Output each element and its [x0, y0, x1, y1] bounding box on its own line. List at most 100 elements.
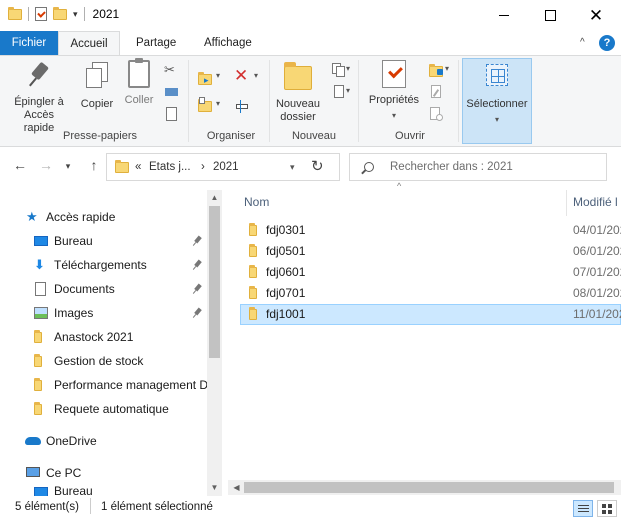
- new-item-icon[interactable]: [330, 62, 346, 78]
- close-button[interactable]: ✕: [573, 0, 619, 31]
- easy-access-dropdown-icon[interactable]: ▾: [346, 86, 350, 95]
- search-input[interactable]: Rechercher dans : 2021: [349, 153, 607, 181]
- file-name: fdj0701: [266, 286, 306, 300]
- paste-button[interactable]: Coller: [121, 58, 157, 107]
- history-icon[interactable]: [428, 106, 444, 122]
- tab-file[interactable]: Fichier: [0, 31, 58, 55]
- tab-view[interactable]: Affichage: [194, 31, 262, 55]
- nav-item-gestion-stock[interactable]: Gestion de stock: [0, 349, 207, 373]
- help-icon[interactable]: ?: [599, 35, 615, 51]
- group-separator: [358, 60, 359, 142]
- pin-label-line1: Épingler à: [14, 96, 64, 108]
- new-folder-qat-icon[interactable]: [53, 6, 67, 20]
- edit-icon[interactable]: [428, 84, 444, 100]
- breadcrumb-separator[interactable]: ›: [201, 161, 205, 173]
- file-date: 11/01/202: [573, 307, 621, 321]
- delete-dropdown-icon[interactable]: ▾: [254, 71, 258, 80]
- pinned-icon: [193, 308, 203, 318]
- nav-item-label: Requete automatique: [54, 402, 169, 416]
- properties-icon: [382, 60, 406, 88]
- copy-to-dropdown-icon[interactable]: ▾: [216, 99, 220, 108]
- new-folder-button[interactable]: Nouveau dossier: [272, 60, 324, 124]
- scroll-down-icon[interactable]: ▼: [207, 483, 222, 492]
- delete-icon[interactable]: ✕: [234, 66, 248, 86]
- large-icons-view-button[interactable]: [597, 500, 617, 517]
- minimize-button[interactable]: [481, 0, 527, 31]
- folder-icon: [249, 223, 257, 236]
- select-dropdown-icon: ▾: [494, 115, 499, 124]
- quick-access-toolbar: ▾ 2021: [8, 6, 119, 21]
- up-arrow-icon[interactable]: ↑: [84, 157, 104, 173]
- column-divider[interactable]: [566, 190, 567, 216]
- cut-icon[interactable]: ✂: [164, 62, 180, 78]
- new-folder-label-line1: Nouveau: [275, 98, 321, 110]
- desktop-icon: [34, 236, 48, 246]
- content-scroll-thumb[interactable]: [244, 482, 614, 493]
- back-arrow-icon[interactable]: ←: [10, 157, 30, 173]
- nav-item-documents[interactable]: Documents: [0, 277, 207, 301]
- copy-button[interactable]: Copier: [77, 60, 117, 111]
- open-icon[interactable]: [428, 62, 444, 78]
- breadcrumb-item-2021[interactable]: 2021: [213, 161, 239, 173]
- move-to-dropdown-icon[interactable]: ▾: [216, 71, 220, 80]
- status-separator: [90, 498, 91, 514]
- ribbon-tabs: Fichier Accueil Partage Affichage ^ ?: [0, 31, 621, 55]
- documents-icon: [35, 282, 46, 296]
- nav-item-pc-desktop[interactable]: Bureau: [0, 484, 207, 496]
- column-header-modified[interactable]: Modifié l: [573, 195, 621, 209]
- collapse-ribbon-icon[interactable]: ^: [580, 37, 585, 48]
- maximize-button[interactable]: [527, 0, 573, 31]
- folder-icon: [8, 6, 22, 20]
- selection-count: 1 élément sélectionné: [101, 501, 213, 513]
- download-icon: ⬇: [34, 257, 45, 272]
- nav-pane-scroll-thumb[interactable]: [209, 206, 220, 358]
- nav-item-this-pc[interactable]: Ce PC: [0, 461, 207, 485]
- pinned-icon: [193, 236, 203, 246]
- forward-arrow-icon[interactable]: →: [36, 157, 56, 173]
- file-row[interactable]: fdj0601 07/01/202: [240, 262, 621, 283]
- clipboard-group-label: Presse-papiers: [63, 130, 137, 142]
- tab-home[interactable]: Accueil: [58, 31, 120, 55]
- address-bar[interactable]: « Etats j... › 2021: [106, 153, 340, 181]
- pin-to-quick-access-button[interactable]: Épingler à Accès rapide: [8, 60, 70, 135]
- breadcrumb-item-etats[interactable]: Etats j...: [149, 161, 191, 173]
- open-dropdown-icon[interactable]: ▾: [445, 64, 449, 73]
- refresh-icon[interactable]: ↻: [311, 157, 324, 175]
- nav-item-performance[interactable]: Performance management D: [0, 373, 207, 397]
- select-button[interactable]: Sélectionner ▾: [463, 60, 531, 126]
- file-row[interactable]: fdj0501 06/01/202: [240, 241, 621, 262]
- move-to-icon[interactable]: ▸: [197, 70, 213, 86]
- large-icons-view-icon: [602, 504, 613, 514]
- recent-locations-dropdown-icon[interactable]: ▾: [58, 161, 78, 172]
- nav-item-images[interactable]: Images: [0, 301, 207, 325]
- nav-item-downloads[interactable]: ⬇ Téléchargements: [0, 253, 207, 277]
- nav-item-anastock[interactable]: Anastock 2021: [0, 325, 207, 349]
- nav-item-requete[interactable]: Requete automatique: [0, 397, 207, 421]
- file-row-selected[interactable]: fdj1001 11/01/202: [240, 304, 621, 325]
- scroll-left-icon[interactable]: ◀: [229, 483, 244, 492]
- copy-label: Copier: [80, 98, 114, 110]
- folder-icon: [249, 244, 257, 257]
- breadcrumb-overflow[interactable]: «: [135, 161, 141, 173]
- file-row[interactable]: fdj0301 04/01/202: [240, 220, 621, 241]
- column-header-name[interactable]: Nom: [244, 195, 269, 209]
- customize-qat-dropdown-icon[interactable]: ▾: [73, 9, 78, 20]
- copy-path-icon[interactable]: [164, 84, 180, 100]
- rename-icon[interactable]: [234, 98, 250, 114]
- nav-item-onedrive[interactable]: OneDrive: [0, 429, 207, 453]
- nav-item-label: Accès rapide: [46, 210, 116, 224]
- properties-qat-icon[interactable]: [35, 7, 47, 21]
- nav-item-desktop[interactable]: Bureau: [0, 229, 207, 253]
- properties-button[interactable]: Propriétés ▾: [364, 60, 424, 122]
- tab-share[interactable]: Partage: [126, 31, 186, 55]
- scroll-up-icon[interactable]: ▲: [207, 193, 222, 202]
- folder-icon: [249, 307, 257, 320]
- copy-to-icon[interactable]: [197, 97, 213, 113]
- address-dropdown-icon[interactable]: ▾: [290, 162, 295, 173]
- easy-access-icon[interactable]: [330, 84, 346, 100]
- pinned-icon: [193, 284, 203, 294]
- new-item-dropdown-icon[interactable]: ▾: [346, 64, 350, 73]
- file-row[interactable]: fdj0701 08/01/202: [240, 283, 621, 304]
- paste-shortcut-icon[interactable]: [164, 106, 180, 122]
- details-view-button[interactable]: [573, 500, 593, 517]
